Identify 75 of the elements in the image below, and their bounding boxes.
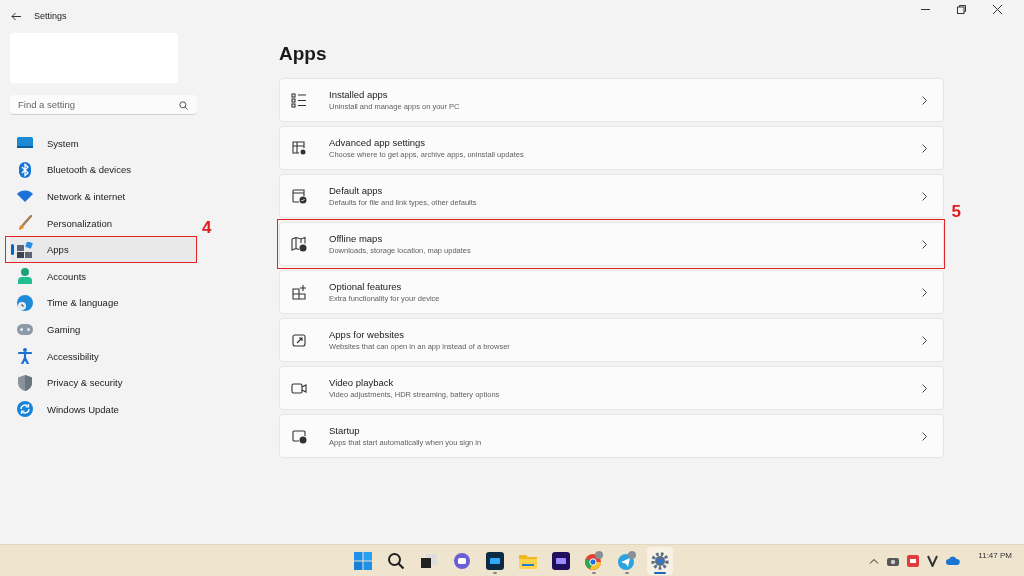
update-icon <box>17 401 33 418</box>
sidebar-item[interactable]: Privacy & security <box>10 369 197 396</box>
record-icon[interactable] <box>907 554 920 567</box>
list-icon <box>291 92 307 108</box>
step-number: 5 <box>951 203 961 220</box>
clock-time[interactable]: 11:47 PM <box>978 551 1012 560</box>
video-camera-icon <box>291 380 307 396</box>
chevron-right-icon <box>922 191 927 201</box>
browser-icon[interactable] <box>583 550 604 571</box>
running-indicator <box>624 571 629 574</box>
card-title: Installed apps <box>329 89 389 100</box>
sidebar-item[interactable]: Gaming <box>10 316 197 343</box>
running-indicator <box>591 571 596 574</box>
open-external-icon <box>291 332 307 348</box>
v-logo-icon[interactable] <box>927 554 939 567</box>
photo-editor-icon[interactable] <box>485 551 504 570</box>
grid-plus-icon <box>291 284 307 300</box>
chevron-right-icon <box>922 239 927 249</box>
page-title: Apps <box>279 42 328 66</box>
search-icon <box>179 100 188 110</box>
step-number: 4 <box>202 219 212 237</box>
card-title: Advanced app settings <box>329 137 427 148</box>
sidebar-item[interactable]: System <box>10 130 197 157</box>
card-title: Offline maps <box>329 233 384 244</box>
chevron-right-icon <box>922 143 927 153</box>
search-field[interactable]: Find a setting <box>10 95 197 115</box>
window-title: Settings <box>34 11 67 21</box>
chevron-right-icon <box>922 383 927 393</box>
card-title: Optional features <box>329 281 403 292</box>
chevron-right-icon <box>922 335 927 345</box>
camera-icon[interactable] <box>887 555 900 566</box>
monitor-icon <box>17 137 33 150</box>
sidebar-item[interactable]: Time & language <box>10 289 197 317</box>
back-arrow-icon[interactable] <box>11 11 21 21</box>
bluetooth-icon <box>19 161 31 178</box>
globe-icon <box>17 294 33 311</box>
running-indicator <box>492 571 497 574</box>
chevron-right-icon <box>922 95 927 105</box>
person-icon <box>18 268 32 285</box>
card-title: Default apps <box>329 185 384 196</box>
window-gear-icon <box>291 140 307 156</box>
gamepad-icon <box>17 323 33 335</box>
task-view-icon[interactable] <box>419 551 438 570</box>
chevron-up-icon[interactable] <box>869 557 880 564</box>
sidebar-item[interactable]: Windows Update <box>10 395 197 423</box>
folder-icon[interactable] <box>518 552 537 569</box>
cloud-icon[interactable] <box>946 556 961 565</box>
start-icon[interactable] <box>353 551 372 570</box>
card-title: Video playback <box>329 377 395 388</box>
sidebar-item[interactable]: Personalization <box>10 209 197 237</box>
video-editor-icon[interactable] <box>551 551 570 570</box>
restore-icon[interactable] <box>957 4 966 14</box>
sidebar-item[interactable]: Accounts <box>10 262 197 290</box>
sidebar-item[interactable]: Bluetooth & devices <box>10 156 197 184</box>
apps-icon <box>17 241 33 258</box>
chat-icon[interactable] <box>452 551 471 570</box>
shield-icon <box>18 374 32 391</box>
messenger-icon[interactable] <box>616 550 637 571</box>
window-check-icon <box>291 188 307 204</box>
accessibility-icon <box>18 348 32 365</box>
chevron-right-icon <box>922 431 927 441</box>
window-clock-icon <box>291 428 307 444</box>
sidebar-item[interactable]: Network & internet <box>10 183 197 210</box>
map-icon <box>291 236 307 252</box>
wifi-icon <box>17 190 33 203</box>
card-title: Startup <box>329 425 361 436</box>
sidebar-item[interactable]: Accessibility <box>10 342 197 370</box>
close-icon[interactable] <box>993 4 1002 14</box>
chevron-right-icon <box>922 287 927 297</box>
card-title: Apps for websites <box>329 329 405 340</box>
sidebar-item[interactable]: Apps <box>10 236 197 263</box>
settings-icon[interactable] <box>650 551 669 570</box>
running-indicator <box>653 571 666 574</box>
search-icon[interactable] <box>386 551 405 570</box>
paintbrush-icon <box>18 215 32 232</box>
